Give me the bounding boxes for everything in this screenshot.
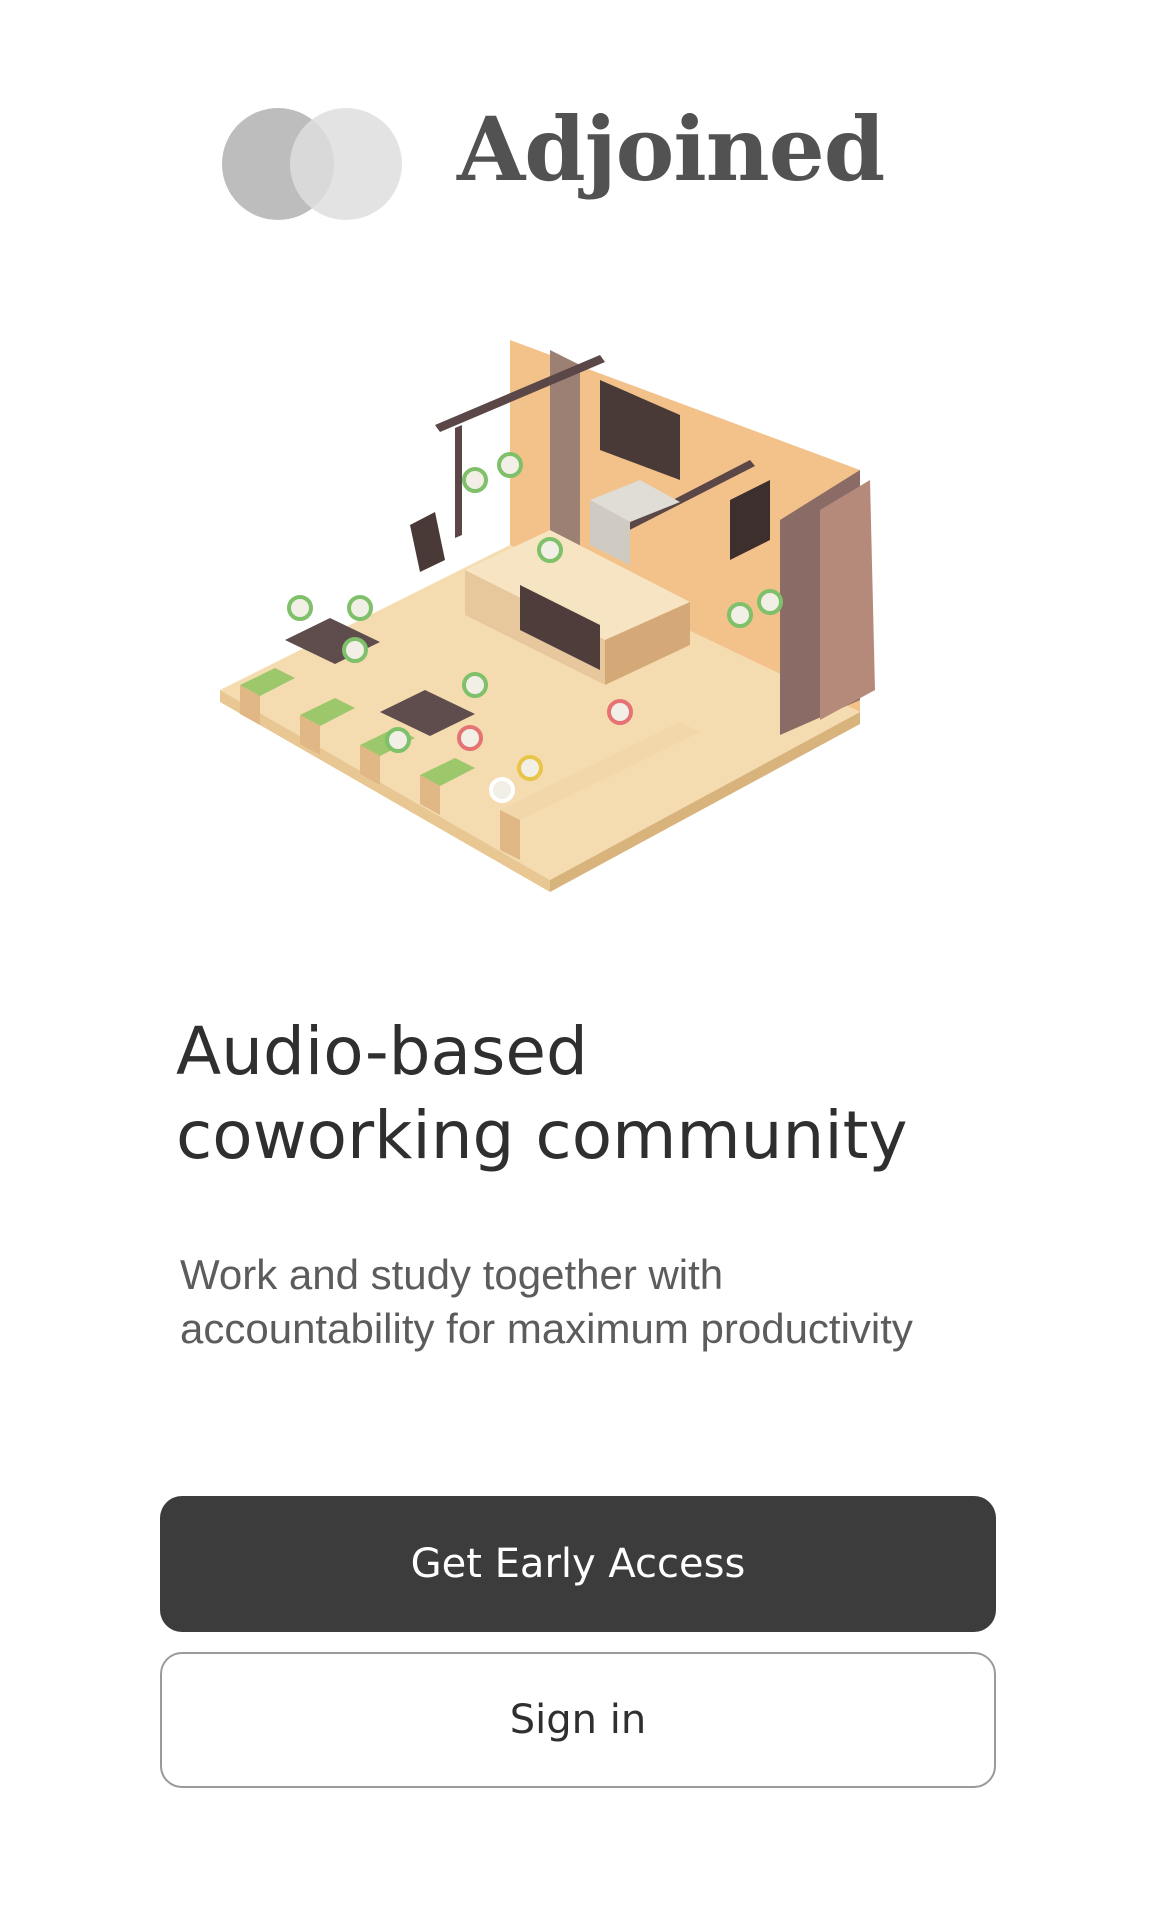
sign-in-button[interactable]: Sign in: [160, 1652, 996, 1788]
subtitle: Work and study together with accountabil…: [180, 1248, 1080, 1356]
subtitle-line-2: accountability for maximum productivity: [180, 1305, 913, 1352]
app-logo: Adjoined: [222, 97, 885, 223]
headline: Audio-based coworking community: [176, 1010, 1076, 1178]
headline-line-2: coworking community: [176, 1097, 908, 1174]
logo-circles-icon: [222, 108, 402, 220]
app-name: Adjoined: [457, 97, 885, 201]
get-early-access-button[interactable]: Get Early Access: [160, 1496, 996, 1632]
coffee-shop-illustration: [220, 340, 875, 892]
subtitle-line-1: Work and study together with: [180, 1251, 724, 1298]
headline-line-1: Audio-based: [176, 1013, 588, 1090]
welcome-screen: Adjoined Audio-based coworking community…: [0, 0, 1152, 1920]
